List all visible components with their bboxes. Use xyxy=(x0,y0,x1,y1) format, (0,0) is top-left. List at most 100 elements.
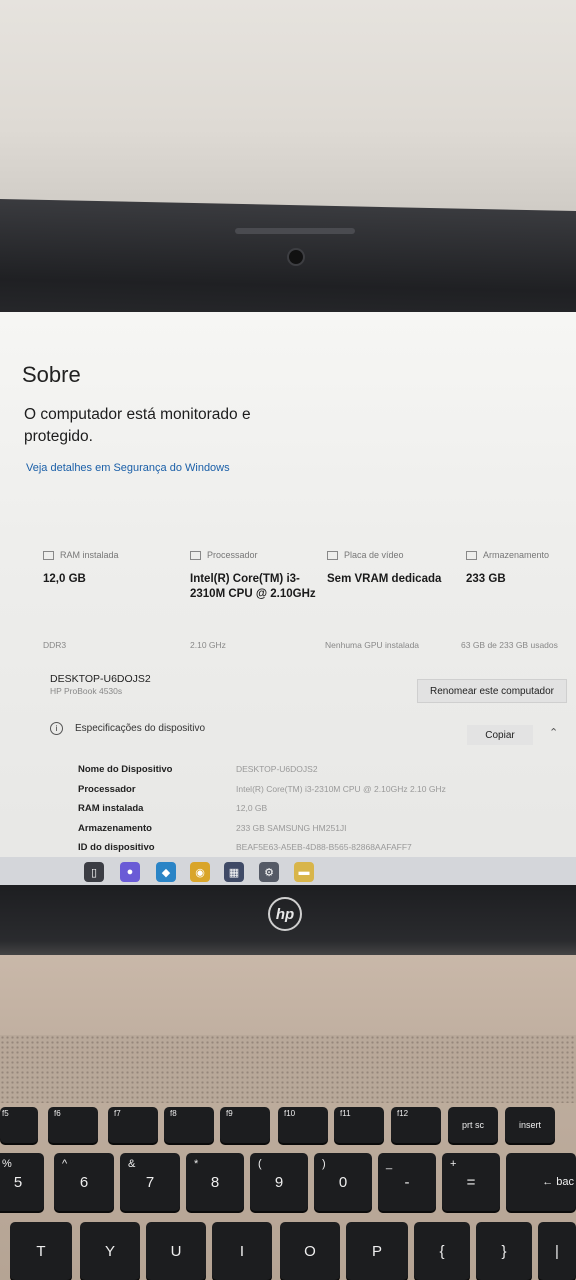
info-icon: i xyxy=(50,722,63,735)
key-label: f5 xyxy=(2,1109,9,1118)
file-explorer-icon[interactable]: ▬ xyxy=(294,862,314,882)
key-label: 0 xyxy=(338,1173,348,1191)
hp-logo: hp xyxy=(268,897,302,931)
spec-card-detail: 63 GB de 233 GB usados xyxy=(461,640,558,650)
key-label: { xyxy=(439,1242,445,1260)
spec-value: DESKTOP-U6DOJS2 xyxy=(236,764,318,774)
key-f11[interactable]: f11 xyxy=(334,1107,384,1143)
key-p[interactable]: P xyxy=(346,1222,408,1280)
spec-card-value: 233 GB xyxy=(466,573,506,585)
key-0[interactable]: ) 0 xyxy=(314,1153,372,1211)
key-f6[interactable]: f6 xyxy=(48,1107,98,1143)
taskbar: ▯ ● ◆ ◉ ▦ ⚙ ▬ xyxy=(0,857,576,887)
key-f7[interactable]: f7 xyxy=(108,1107,158,1143)
key-label: I xyxy=(239,1242,245,1260)
key-pipe[interactable]: | xyxy=(538,1222,576,1280)
key-print-screen[interactable]: prt sc xyxy=(448,1107,498,1143)
spec-value: BEAF5E63-A5EB-4D88-B565-82868AAFAFF7 xyxy=(236,842,412,852)
key-label: 5 xyxy=(13,1173,23,1191)
spec-key: Nome do Dispositivo xyxy=(78,764,173,775)
settings-icon[interactable]: ⚙ xyxy=(259,862,279,882)
spec-card-value: Intel(R) Core(TM) i3-2310M CPU @ 2.10GHz xyxy=(190,573,316,600)
key-minus[interactable]: _ - xyxy=(378,1153,436,1211)
task-view-icon[interactable]: ▯ xyxy=(84,862,104,882)
key-shift-label: ^ xyxy=(62,1158,68,1170)
spec-row: Processador Intel(R) Core(TM) i3-2310M C… xyxy=(78,784,498,804)
key-f8[interactable]: f8 xyxy=(164,1107,214,1143)
key-label: ← bac xyxy=(542,1176,574,1188)
cpu-icon xyxy=(190,551,201,561)
key-insert[interactable]: insert xyxy=(505,1107,555,1143)
security-link[interactable]: Veja detalhes em Segurança do Windows xyxy=(26,462,230,474)
device-model: HP ProBook 4530s xyxy=(50,686,123,696)
key-label: 7 xyxy=(145,1173,155,1191)
device-specs-heading: Especificações do dispositivo xyxy=(75,723,206,734)
store-icon[interactable]: ◆ xyxy=(156,862,176,882)
rename-computer-button[interactable]: Renomear este computador xyxy=(417,679,567,703)
page-title: Sobre xyxy=(22,362,81,387)
gpu-icon xyxy=(327,551,338,561)
copy-button[interactable]: Copiar xyxy=(467,725,533,745)
key-backspace[interactable]: ← bac xyxy=(506,1153,576,1211)
key-7[interactable]: & 7 xyxy=(120,1153,180,1211)
key-left-brace[interactable]: { xyxy=(414,1222,470,1280)
device-specs-header[interactable]: i Especificações do dispositivo xyxy=(50,722,205,735)
key-u[interactable]: U xyxy=(146,1222,206,1280)
spec-key: Processador xyxy=(78,783,136,795)
key-label: U xyxy=(170,1242,182,1260)
spec-value: Intel(R) Core(TM) i3-2310M CPU @ 2.10GHz… xyxy=(236,783,446,794)
ram-icon xyxy=(43,551,54,561)
key-6[interactable]: ^ 6 xyxy=(54,1153,114,1211)
key-label: T xyxy=(36,1242,46,1260)
key-9[interactable]: (9 xyxy=(250,1153,308,1211)
spec-card-label: Processador xyxy=(207,550,258,560)
copilot-icon[interactable]: ● xyxy=(120,862,140,882)
key-t[interactable]: T xyxy=(10,1222,72,1280)
key-f12[interactable]: f12 xyxy=(391,1107,441,1143)
key-shift-label: ( xyxy=(258,1158,262,1170)
chrome-icon[interactable]: ◉ xyxy=(190,862,210,882)
device-specs-table: Nome do Dispositivo DESKTOP-U6DOJS2 Proc… xyxy=(78,764,498,862)
spec-card-detail: Nenhuma GPU instalada xyxy=(325,640,420,650)
key-label: f11 xyxy=(340,1109,351,1118)
key-o[interactable]: O xyxy=(280,1222,340,1280)
key-label: 8 xyxy=(210,1173,220,1191)
bezel-slit xyxy=(235,228,355,234)
speaker-grille xyxy=(0,1035,576,1103)
spec-card-value: 12,0 GB xyxy=(43,573,86,585)
key-label: = xyxy=(466,1173,476,1191)
device-name: DESKTOP-U6DOJS2 xyxy=(50,673,151,685)
laptop-screen: Sobre O computador está monitorado e pro… xyxy=(0,312,576,887)
key-equals[interactable]: + = xyxy=(442,1153,500,1211)
key-label: O xyxy=(304,1242,316,1260)
key-label: Y xyxy=(104,1242,115,1260)
key-label: insert xyxy=(518,1120,541,1130)
key-f5[interactable]: f5 xyxy=(0,1107,38,1143)
spec-key: ID do dispositivo xyxy=(78,842,155,853)
key-i[interactable]: I xyxy=(212,1222,272,1280)
key-f9[interactable]: f9 xyxy=(220,1107,270,1143)
spec-cards: RAM instalada 12,0 GB DDR3 Processador I… xyxy=(0,540,576,658)
calculator-icon[interactable]: ▦ xyxy=(224,862,244,882)
webcam-icon xyxy=(287,248,305,266)
key-5[interactable]: % 5 xyxy=(0,1153,44,1211)
chevron-up-icon[interactable]: ⌃ xyxy=(549,726,558,739)
key-label: | xyxy=(555,1242,559,1260)
key-8[interactable]: * 8 xyxy=(186,1153,244,1211)
spec-value: 233 GB SAMSUNG HM251JI xyxy=(236,822,347,833)
key-label: f7 xyxy=(114,1109,121,1118)
storage-icon xyxy=(466,551,477,561)
key-right-brace[interactable]: } xyxy=(476,1222,532,1280)
key-label: 6 xyxy=(79,1173,89,1191)
key-label: 9 xyxy=(274,1173,284,1191)
key-y[interactable]: Y xyxy=(80,1222,140,1280)
key-label: } xyxy=(501,1242,507,1260)
spec-row: Nome do Dispositivo DESKTOP-U6DOJS2 xyxy=(78,764,498,784)
spec-card-value: Sem VRAM dedicada xyxy=(327,573,442,585)
key-f10[interactable]: f10 xyxy=(278,1107,328,1143)
key-shift-label: % xyxy=(2,1158,12,1170)
spec-row: Armazenamento 233 GB SAMSUNG HM251JI xyxy=(78,823,498,843)
key-label: f12 xyxy=(397,1109,409,1118)
key-shift-label: _ xyxy=(386,1158,393,1170)
spec-card-label: RAM instalada xyxy=(60,550,119,560)
